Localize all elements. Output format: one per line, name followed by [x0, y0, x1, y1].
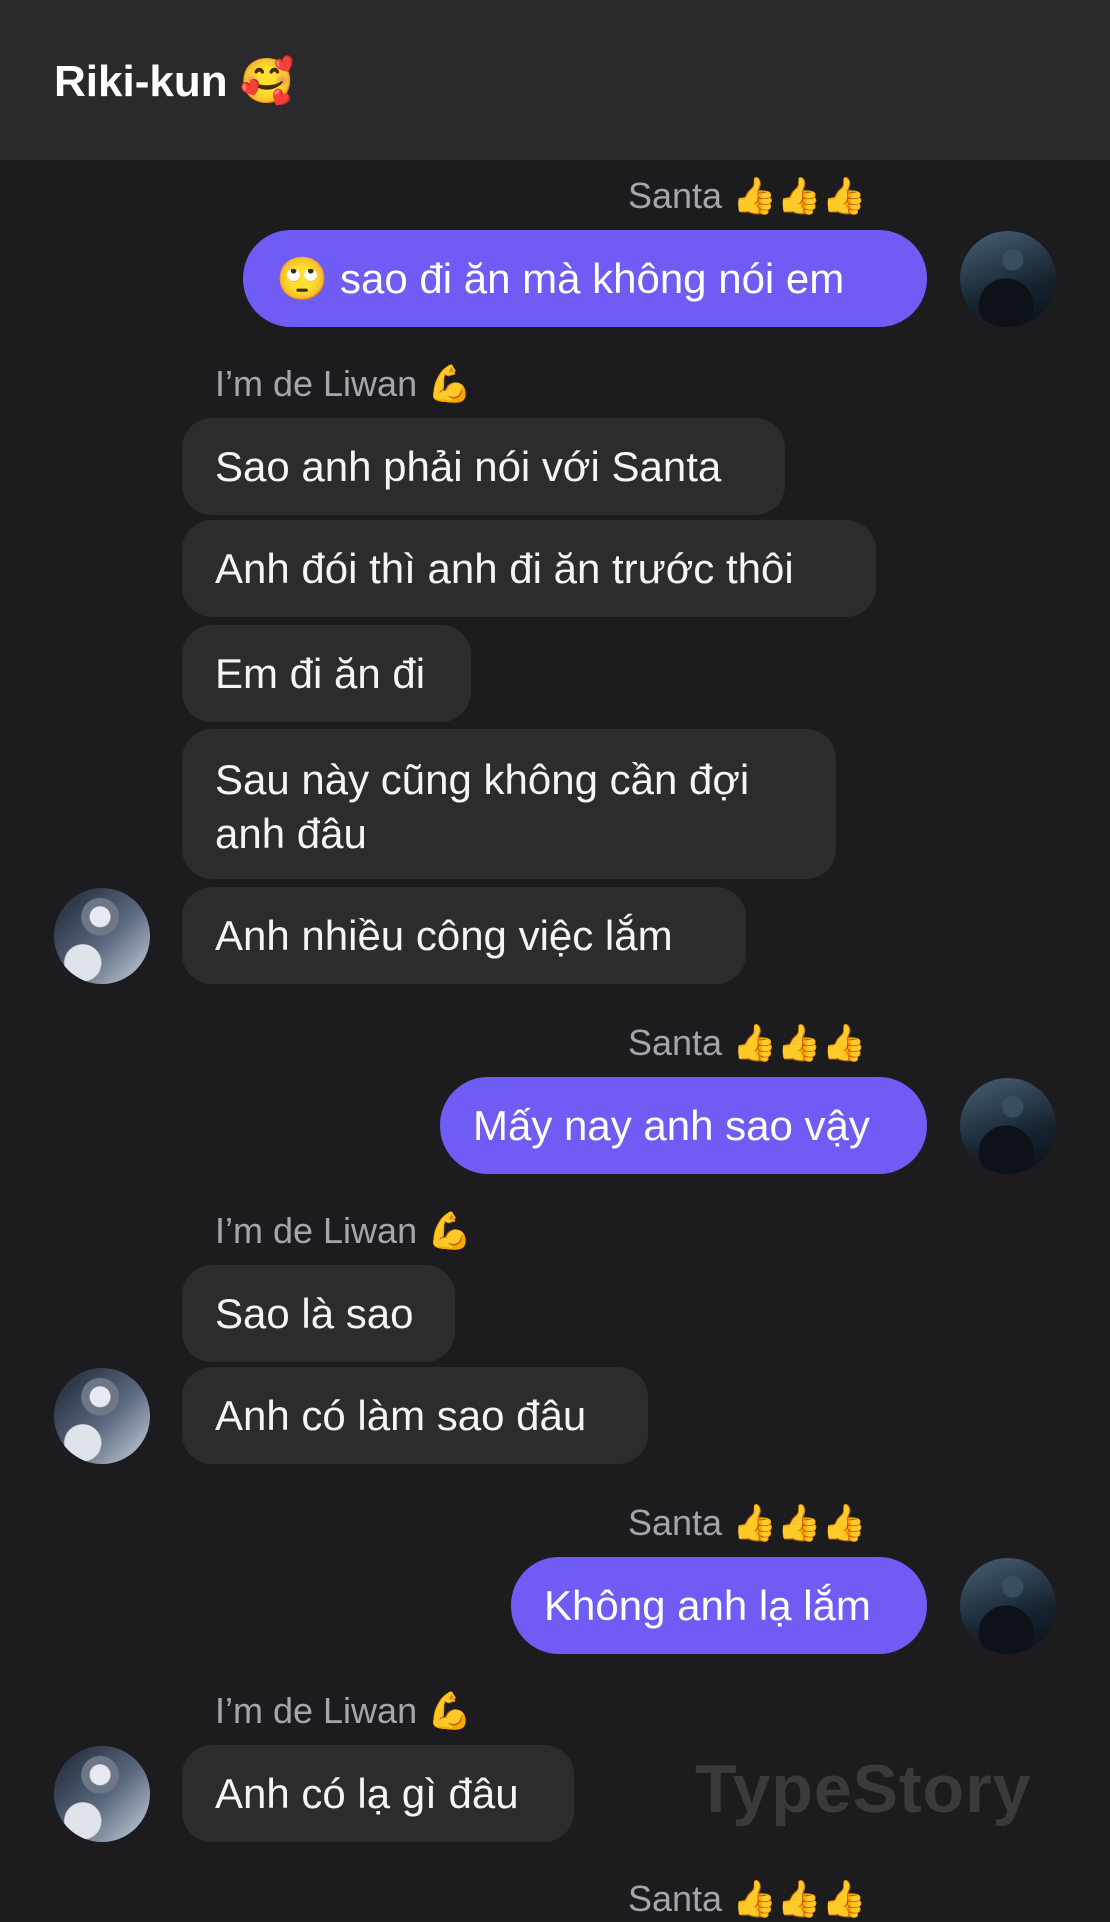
sender-name: I’m de Liwan	[215, 1210, 418, 1251]
thumbs-up-icon: 👍👍👍	[732, 1503, 867, 1544]
sender-name: Santa	[628, 1502, 723, 1543]
message-bubble-incoming[interactable]: Anh nhiều công việc lắm	[182, 887, 746, 984]
sender-label-santa: Santa 👍👍👍	[628, 1501, 867, 1546]
sender-label-liwan: I’m de Liwan 💪	[215, 362, 472, 407]
chat-title[interactable]: Riki-kun 🥰	[54, 52, 295, 112]
message-text: Không anh lạ lắm	[544, 1581, 871, 1629]
sender-name: Santa	[628, 175, 723, 216]
message-bubble-incoming[interactable]: Anh có làm sao đâu	[182, 1367, 648, 1464]
message-text: Sao anh phải nói với Santa	[215, 442, 722, 490]
message-text: Anh nhiều công việc lắm	[215, 911, 673, 959]
avatar-santa[interactable]	[960, 1558, 1056, 1654]
message-bubble-incoming[interactable]: Sao anh phải nói với Santa	[182, 418, 785, 515]
message-bubble-incoming[interactable]: Sao là sao	[182, 1265, 455, 1362]
sender-label-liwan: I’m de Liwan 💪	[215, 1209, 472, 1254]
avatar-liwan[interactable]	[54, 1368, 150, 1464]
sender-name: I’m de Liwan	[215, 363, 418, 404]
sender-label-liwan: I’m de Liwan 💪	[215, 1689, 472, 1734]
message-bubble-incoming[interactable]: Em đi ăn đi	[182, 625, 471, 722]
sender-label-santa: Santa 👍👍👍	[628, 1021, 867, 1066]
message-text: Mấy nay anh sao vậy	[473, 1101, 870, 1149]
message-bubble-outgoing[interactable]: Không anh lạ lắm	[511, 1557, 927, 1654]
message-bubble-outgoing[interactable]: 🙄 sao đi ăn mà không nói em	[243, 230, 927, 327]
message-text: Anh đói thì anh đi ăn trước thôi	[215, 544, 794, 592]
chat-title-text: Riki-kun	[54, 57, 228, 106]
thumbs-up-icon: 👍👍👍	[732, 1023, 867, 1064]
avatar-liwan[interactable]	[54, 888, 150, 984]
thumbs-up-icon: 👍👍👍	[732, 1879, 867, 1920]
avatar-liwan[interactable]	[54, 1746, 150, 1842]
avatar-santa[interactable]	[960, 1078, 1056, 1174]
sender-label-santa: Santa 👍👍👍	[628, 1877, 867, 1922]
message-bubble-incoming[interactable]: Anh đói thì anh đi ăn trước thôi	[182, 520, 876, 617]
avatar-santa[interactable]	[960, 231, 1056, 327]
message-bubble-incoming[interactable]: Sau này cũng không cần đợi anh đâu	[182, 729, 836, 879]
flexed-biceps-icon: 💪	[427, 1211, 472, 1252]
message-text: Em đi ăn đi	[215, 649, 426, 697]
message-text: 🙄 sao đi ăn mà không nói em	[276, 254, 845, 302]
flexed-biceps-icon: 💪	[427, 1691, 472, 1732]
flexed-biceps-icon: 💪	[427, 364, 472, 405]
message-bubble-outgoing[interactable]: Mấy nay anh sao vậy	[440, 1077, 927, 1174]
smiling-face-hearts-icon: 🥰	[239, 56, 295, 107]
chat-header: Riki-kun 🥰	[0, 0, 1110, 160]
message-text: Sau này cũng không cần đợi anh đâu	[215, 756, 750, 857]
message-text: Anh có làm sao đâu	[215, 1391, 587, 1439]
message-bubble-incoming[interactable]: Anh có lạ gì đâu	[182, 1745, 574, 1842]
sender-name: Santa	[628, 1878, 723, 1919]
watermark: TypeStory	[695, 1751, 1032, 1827]
sender-label-santa: Santa 👍👍👍	[628, 174, 867, 219]
message-text: Sao là sao	[215, 1289, 414, 1337]
thumbs-up-icon: 👍👍👍	[732, 176, 867, 217]
sender-name: I’m de Liwan	[215, 1690, 418, 1731]
sender-name: Santa	[628, 1022, 723, 1063]
message-text: Anh có lạ gì đâu	[215, 1769, 519, 1817]
